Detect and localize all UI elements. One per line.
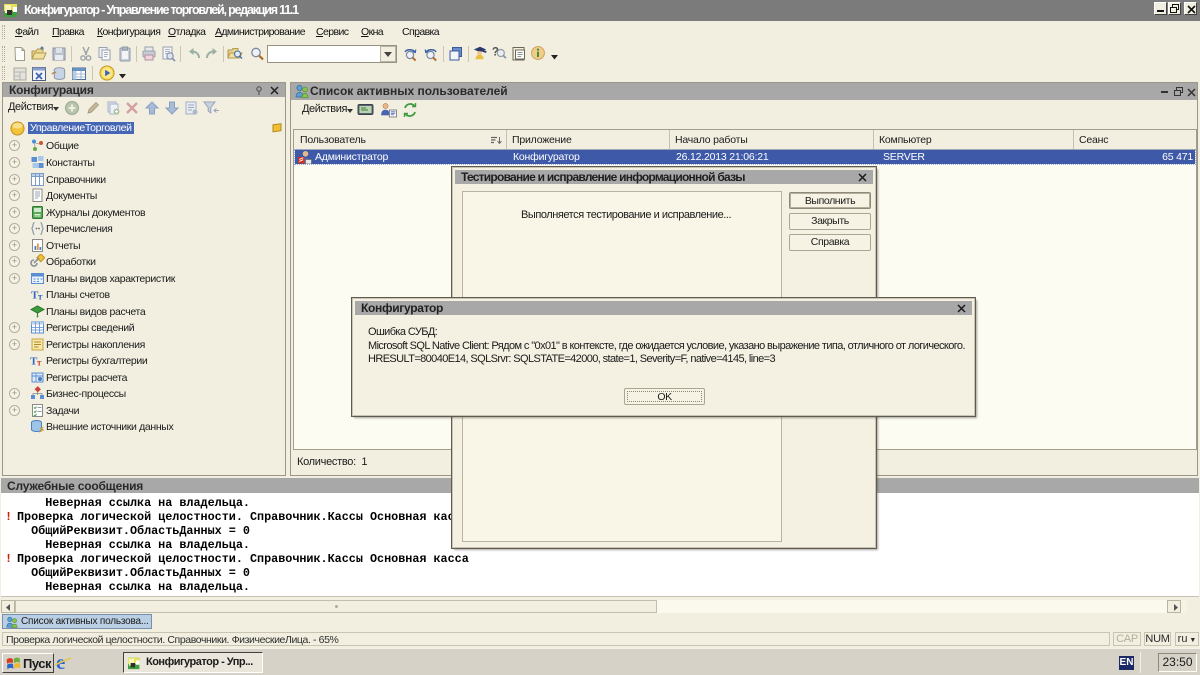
svg-text:т: т bbox=[38, 292, 43, 302]
svg-text:т: т bbox=[37, 358, 42, 368]
